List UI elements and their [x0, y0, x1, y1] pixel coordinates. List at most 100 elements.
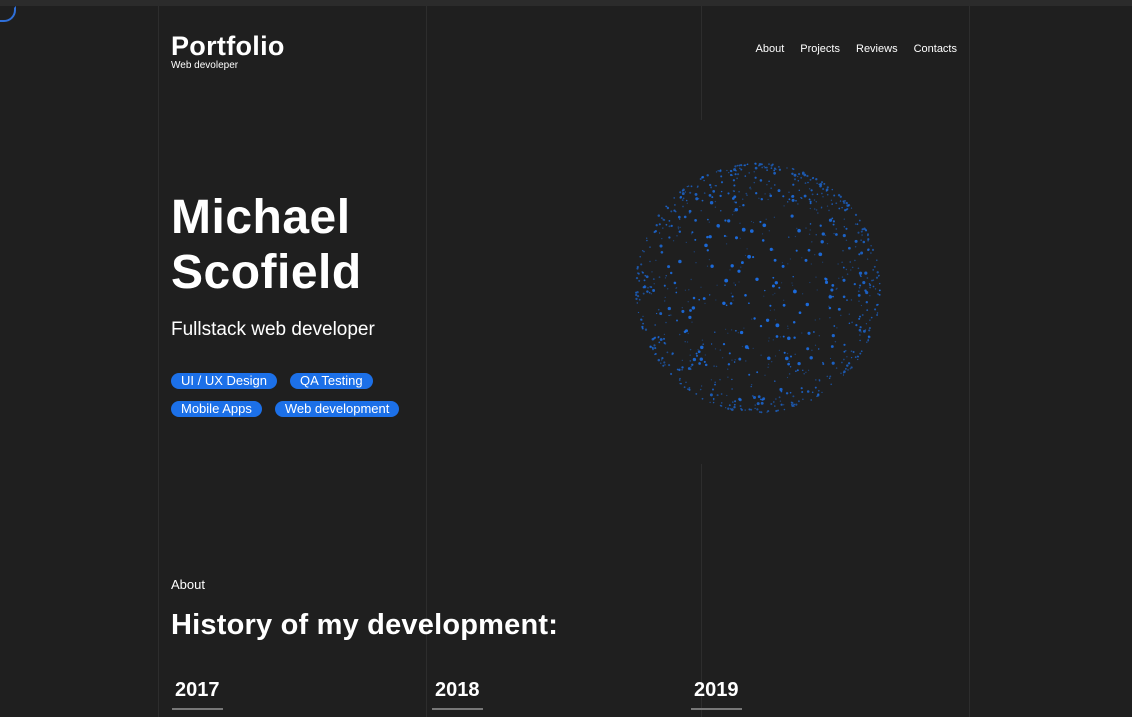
sphere-particle — [709, 294, 711, 296]
sphere-particle — [791, 284, 794, 286]
skill-tag[interactable]: UI / UX Design — [171, 373, 277, 389]
sphere-particle — [754, 166, 758, 170]
sphere-particle — [841, 276, 844, 278]
sphere-particle — [746, 194, 748, 196]
sphere-particle — [740, 407, 742, 410]
sphere-particle — [843, 218, 845, 220]
sphere-particle — [794, 353, 796, 356]
sphere-particle — [800, 387, 803, 390]
sphere-particle — [773, 309, 776, 311]
sphere-particle — [857, 267, 860, 270]
sphere-particle — [739, 222, 741, 224]
sphere-particle — [838, 277, 840, 279]
sphere-particle — [675, 287, 678, 289]
sphere-particle — [688, 315, 692, 320]
sphere-particle — [804, 258, 808, 262]
sphere-particle — [736, 177, 738, 180]
sphere-particle — [663, 341, 666, 344]
sphere-particle — [765, 218, 767, 220]
sphere-particle — [695, 352, 698, 355]
nav-link-about[interactable]: About — [756, 43, 785, 55]
sphere-particle — [867, 234, 869, 237]
timeline-year-tab[interactable]: 2019 — [691, 679, 742, 710]
sphere-particle — [657, 358, 661, 362]
sphere-particle — [664, 296, 666, 299]
sphere-particle — [701, 397, 704, 400]
sphere-particle — [772, 339, 774, 341]
sphere-particle — [872, 269, 875, 271]
sphere-particle — [665, 321, 667, 324]
sphere-particle — [846, 364, 849, 367]
sphere-particle — [788, 236, 790, 238]
sphere-particle — [710, 186, 713, 189]
sphere-particle — [734, 165, 737, 168]
sphere-particle — [845, 239, 848, 241]
sphere-particle — [667, 306, 671, 311]
sphere-particle — [753, 181, 756, 184]
sphere-particle — [725, 328, 727, 330]
sphere-particle — [798, 189, 801, 192]
sphere-particle — [768, 340, 770, 342]
sphere-particle — [793, 336, 796, 339]
sphere-particle — [818, 379, 821, 382]
sphere-particle — [660, 250, 664, 254]
grid-line — [158, 6, 159, 717]
sphere-particle — [809, 229, 811, 231]
sphere-particle — [818, 252, 823, 257]
sphere-particle — [720, 190, 723, 193]
skill-tag[interactable]: Web development — [274, 401, 400, 417]
sphere-particle — [737, 173, 740, 176]
sphere-particle — [741, 227, 746, 232]
timeline-year-tab[interactable]: 2017 — [172, 679, 223, 710]
timeline-year-tab[interactable]: 2018 — [432, 679, 483, 710]
nav-link-projects[interactable]: Projects — [800, 43, 840, 55]
sphere-particle — [685, 381, 687, 383]
sphere-particle — [661, 356, 664, 360]
sphere-particle — [858, 219, 861, 222]
sphere-particle — [739, 405, 742, 407]
sphere-particle — [681, 366, 684, 369]
sphere-particle — [708, 221, 710, 223]
sphere-particle — [647, 287, 649, 289]
sphere-particle — [830, 345, 834, 348]
sphere-particle — [659, 338, 663, 341]
nav-link-contacts[interactable]: Contacts — [914, 43, 957, 55]
sphere-particle — [831, 217, 834, 220]
sphere-particle — [868, 283, 871, 285]
sphere-particle — [764, 193, 766, 195]
sphere-particle — [748, 302, 750, 305]
sphere-particle — [668, 220, 671, 222]
sphere-particle — [670, 314, 672, 316]
sphere-particle — [808, 198, 811, 201]
sphere-particle — [807, 248, 811, 252]
sphere-particle — [844, 209, 847, 212]
sphere-particle — [842, 249, 844, 252]
sphere-particle — [850, 207, 853, 209]
sphere-particle — [876, 271, 879, 274]
sphere-particle — [835, 367, 838, 369]
nav-link-reviews[interactable]: Reviews — [856, 43, 898, 55]
sphere-particle — [758, 411, 761, 413]
sphere-particle — [829, 294, 831, 296]
skill-tag[interactable]: QA Testing — [289, 373, 373, 389]
sphere-particle — [750, 188, 752, 190]
sphere-particle — [759, 398, 762, 401]
sphere-particle — [690, 278, 692, 281]
sphere-particle — [668, 225, 671, 228]
sphere-particle — [764, 374, 766, 376]
sphere-particle — [659, 312, 663, 316]
sphere-particle — [733, 405, 736, 409]
sphere-particle — [643, 250, 645, 253]
sphere-particle — [644, 274, 647, 277]
sphere-particle — [866, 258, 869, 260]
sphere-particle — [860, 350, 863, 353]
logo[interactable]: Portfolio Web devoleper — [171, 30, 285, 72]
sphere-particle — [792, 183, 795, 186]
sphere-particle — [795, 249, 798, 252]
sphere-particle — [745, 345, 747, 347]
grid-line — [969, 6, 970, 717]
skill-tag[interactable]: Mobile Apps — [171, 401, 262, 417]
sphere-particle — [655, 312, 658, 315]
sphere-particle — [786, 376, 789, 379]
sphere-particle — [661, 359, 663, 361]
